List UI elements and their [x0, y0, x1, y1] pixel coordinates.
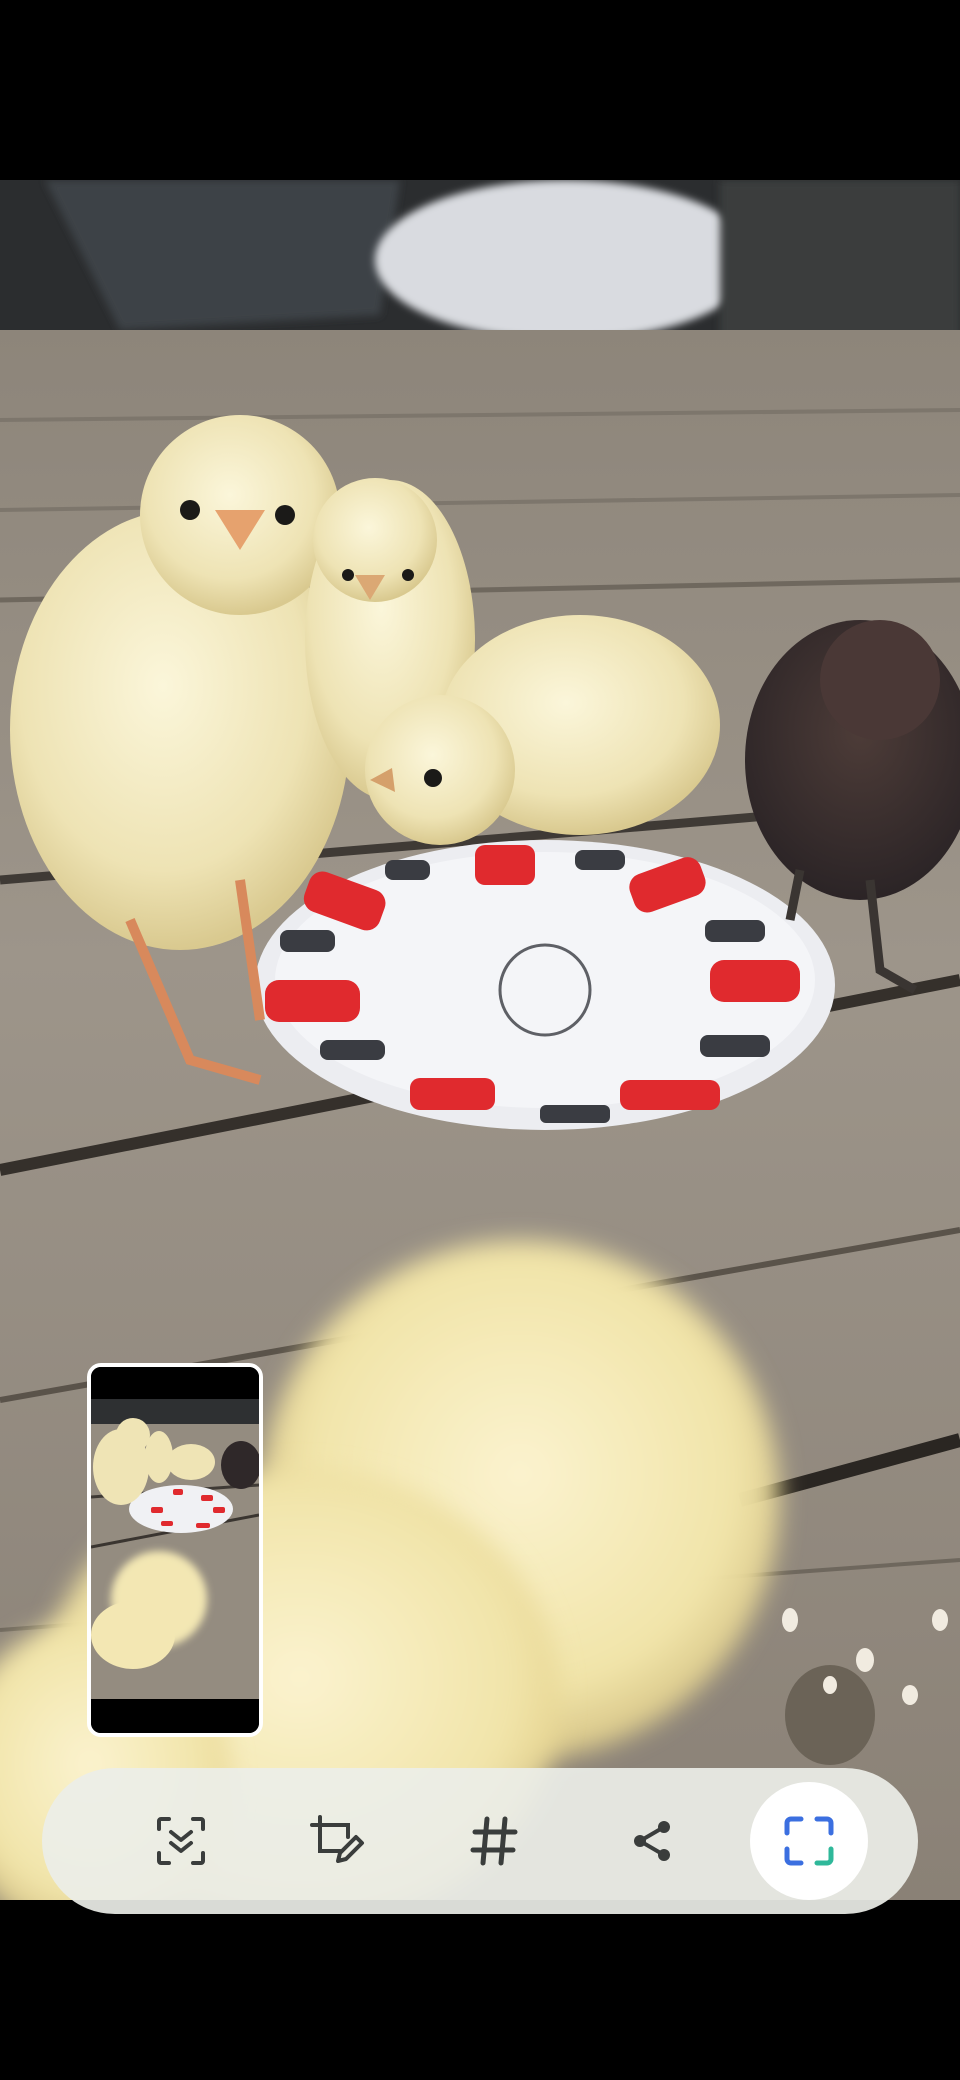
- hashtag-button[interactable]: [436, 1782, 554, 1900]
- screenshot-toolbar: [42, 1768, 918, 1914]
- draw-edit-button[interactable]: [279, 1782, 397, 1900]
- screenshot-screen: [0, 0, 960, 2080]
- scroll-capture-icon: [157, 1817, 205, 1865]
- share-button[interactable]: [593, 1782, 711, 1900]
- screenshot-thumbnail[interactable]: [87, 1363, 263, 1737]
- scroll-capture-button[interactable]: [122, 1782, 240, 1900]
- crop-frame-icon: [784, 1816, 834, 1866]
- hashtag-icon: [470, 1816, 518, 1866]
- crop-frame-button[interactable]: [750, 1782, 868, 1900]
- share-icon: [634, 1821, 670, 1861]
- draw-edit-icon: [310, 1815, 364, 1863]
